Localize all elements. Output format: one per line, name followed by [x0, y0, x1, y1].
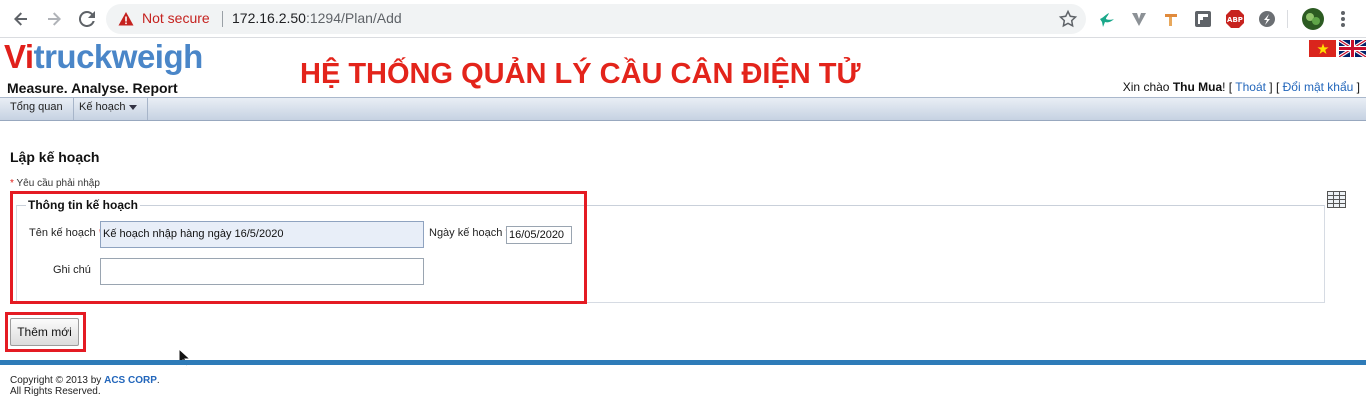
required-note: * Yêu cầu phải nhập — [10, 178, 100, 189]
copyright-line: Copyright © 2013 by ACS CORP. — [10, 375, 160, 386]
mouse-cursor-icon — [178, 347, 192, 368]
system-title: HỆ THỐNG QUẢN LÝ CẦU CÂN ĐIỆN TỬ — [300, 58, 861, 90]
adblock-plus-icon[interactable]: ABP — [1225, 9, 1245, 29]
copyright-prefix: Copyright © 2013 by — [10, 375, 105, 386]
footer-divider — [0, 360, 1366, 365]
menu-item-overview[interactable]: Tổng quan — [0, 98, 74, 120]
menu-item-plan[interactable]: Kế hoạch — [69, 98, 149, 120]
url-text[interactable]: 172.16.2.50:1294/Plan/Add — [232, 10, 402, 26]
warning-icon[interactable] — [118, 11, 134, 27]
toolbar-divider — [1287, 10, 1288, 28]
menu-item-label: Kế hoạch — [79, 101, 126, 113]
required-note-text: Yêu cầu phải nhập — [16, 178, 100, 189]
tagline: Measure. Analyse. Report — [7, 80, 178, 96]
caret-down-icon — [129, 104, 138, 110]
back-icon[interactable] — [9, 7, 33, 31]
table-grid-icon[interactable] — [1327, 191, 1346, 208]
flipboard-icon[interactable] — [1193, 9, 1213, 29]
omnibox-divider — [222, 11, 223, 27]
address-bar[interactable]: Not secure 172.16.2.50:1294/Plan/Add — [106, 4, 1086, 34]
footer: Copyright © 2013 by ACS CORP. All Rights… — [10, 375, 160, 397]
logout-link[interactable]: Thoát — [1235, 80, 1266, 94]
vee-icon[interactable] — [1129, 9, 1149, 29]
uk-flag-icon[interactable] — [1339, 40, 1366, 57]
page-title: Lập kế hoạch — [10, 149, 100, 165]
forward-icon[interactable] — [42, 7, 66, 31]
sync-icon[interactable] — [1257, 9, 1277, 29]
copyright-suffix: . — [156, 375, 160, 386]
highlight-box-form — [10, 191, 587, 304]
greeting-exclaim: ! [ — [1222, 80, 1236, 94]
url-host: 172.16.2.50 — [232, 10, 306, 26]
pin-icon[interactable] — [1161, 9, 1181, 29]
user-greeting: Xin chào Thu Mua! [ Thoát ] [ Đổi mật kh… — [1123, 80, 1360, 94]
required-star: * — [10, 178, 14, 189]
adblock-label: ABP — [1227, 16, 1243, 24]
greeting-end: ] — [1353, 80, 1360, 94]
url-path: :1294/Plan/Add — [305, 10, 402, 26]
menu-item-label: Tổng quan — [10, 101, 63, 113]
logo-prefix: Vi — [4, 38, 34, 75]
vietnam-flag-icon[interactable] — [1309, 40, 1336, 57]
security-label[interactable]: Not secure — [142, 10, 210, 26]
company-name: ACS CORP — [104, 375, 157, 386]
rights-line: All Rights Reserved. — [10, 386, 101, 397]
hummingbird-icon[interactable] — [1097, 9, 1117, 29]
highlight-box-button — [5, 312, 86, 352]
change-password-link[interactable]: Đổi mật khẩu — [1283, 80, 1354, 94]
browser-toolbar: Not secure 172.16.2.50:1294/Plan/Add ABP — [0, 0, 1366, 38]
menu-kebab-icon[interactable] — [1333, 9, 1353, 29]
reload-icon[interactable] — [75, 7, 99, 31]
logo-rest: truckweigh — [33, 38, 204, 75]
greeting-prefix: Xin chào — [1122, 80, 1173, 94]
bookmark-star-icon[interactable] — [1058, 9, 1078, 29]
main-menu: Tổng quan Kế hoạch — [0, 97, 1366, 121]
site-logo[interactable]: Vitruckweigh — [4, 38, 203, 76]
profile-avatar-icon[interactable] — [1301, 7, 1325, 31]
greeting-separator: ] [ — [1265, 80, 1283, 94]
user-name: Thu Mua — [1172, 80, 1223, 94]
